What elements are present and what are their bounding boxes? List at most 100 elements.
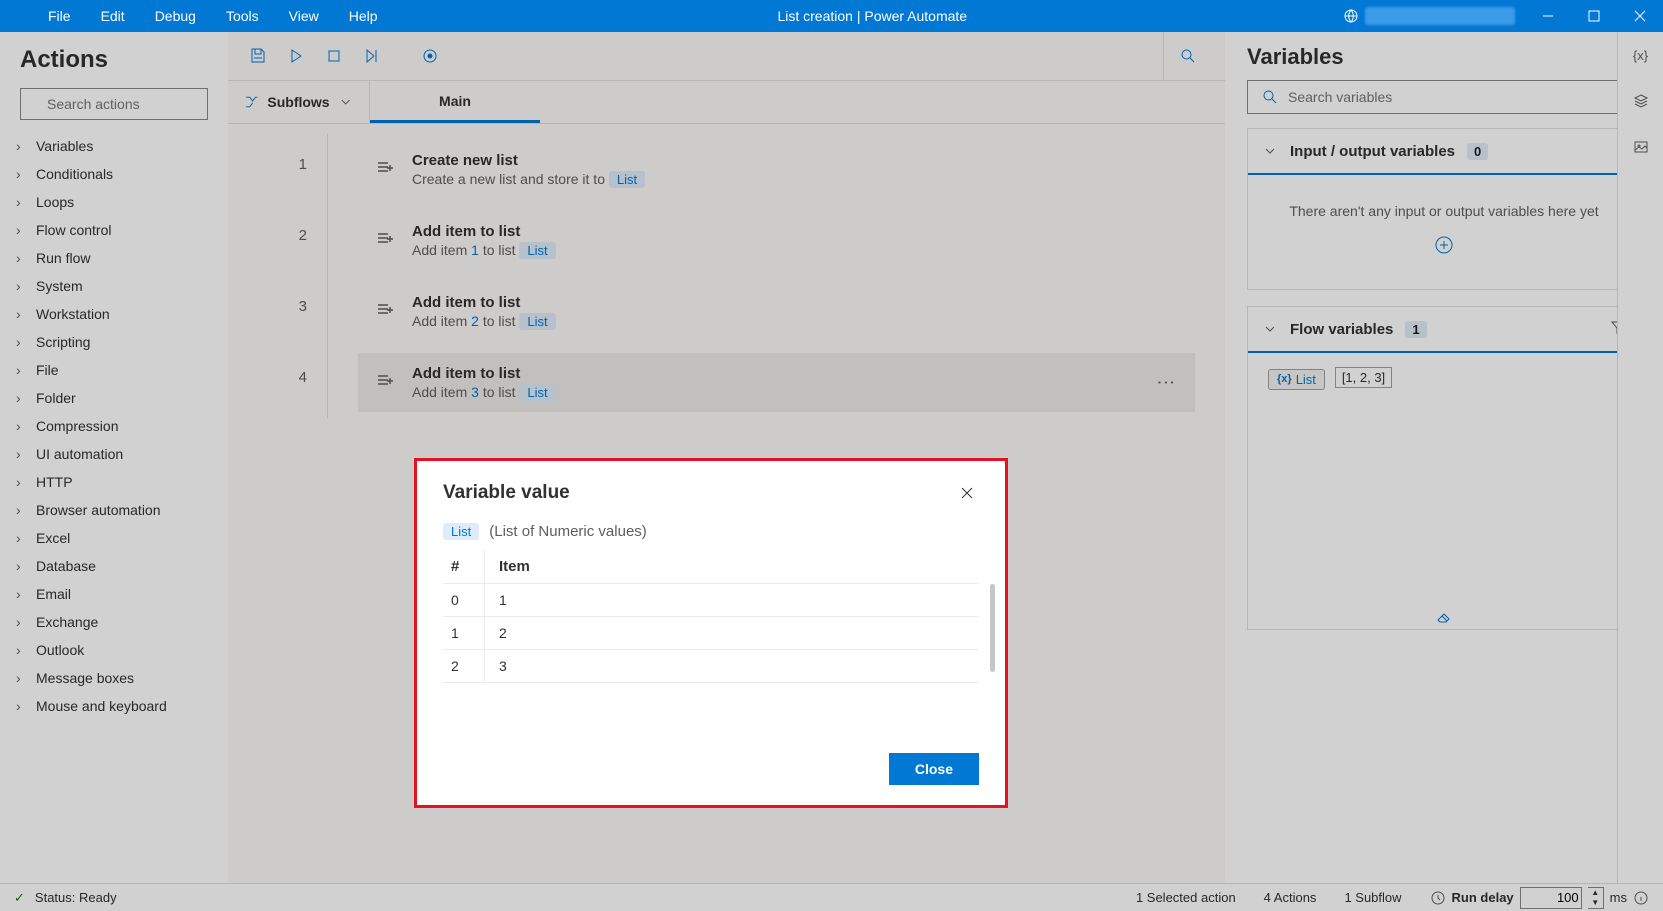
search-actions[interactable]	[20, 88, 208, 120]
rail-images-icon[interactable]	[1618, 124, 1663, 170]
right-rail: {x}	[1617, 32, 1663, 883]
designer-toolbar	[228, 32, 1225, 80]
account-area[interactable]	[1343, 7, 1515, 25]
stop-button[interactable]	[318, 40, 350, 72]
dialog-var-token: List	[443, 523, 479, 540]
more-icon[interactable]: ⋮	[1155, 373, 1177, 392]
io-count-badge: 0	[1467, 143, 1488, 160]
flow-vars-count-badge: 1	[1405, 321, 1426, 338]
action-category[interactable]: ›Scripting	[8, 328, 220, 356]
action-category[interactable]: ›Message boxes	[8, 664, 220, 692]
subflows-dropdown[interactable]: Subflows	[228, 81, 370, 123]
clear-variables[interactable]	[1248, 590, 1640, 629]
action-category[interactable]: ›Variables	[8, 132, 220, 160]
io-title: Input / output variables	[1290, 143, 1455, 160]
subflow-icon	[244, 94, 259, 110]
window-maximize[interactable]	[1571, 0, 1617, 32]
ms-label: ms	[1610, 890, 1627, 905]
action-category[interactable]: ›Folder	[8, 384, 220, 412]
chevron-down-icon	[338, 94, 353, 110]
line-number: 4	[228, 347, 328, 418]
action-category[interactable]: ›Conditionals	[8, 160, 220, 188]
menu-help[interactable]: Help	[349, 8, 378, 24]
variable-value-preview: [1, 2, 3]	[1335, 367, 1392, 388]
window-minimize[interactable]	[1525, 0, 1571, 32]
menu-file[interactable]: File	[48, 8, 71, 24]
save-button[interactable]	[242, 40, 274, 72]
dialog-close-icon[interactable]	[955, 481, 979, 505]
col-index: #	[443, 550, 485, 583]
action-card[interactable]: Add item to listAdd item 3 to list List …	[358, 353, 1195, 412]
actions-panel: Actions ›Variables›Conditionals›Loops›Fl…	[0, 32, 228, 883]
grid-header: # Item	[443, 550, 979, 584]
action-category[interactable]: ›Excel	[8, 524, 220, 552]
line-number: 1	[228, 134, 328, 205]
scrollbar[interactable]	[990, 584, 995, 672]
info-icon[interactable]	[1633, 890, 1649, 906]
action-card[interactable]: Create new listCreate a new list and sto…	[358, 140, 1195, 199]
action-category[interactable]: ›Workstation	[8, 300, 220, 328]
action-category[interactable]: ›Browser automation	[8, 496, 220, 524]
search-icon	[1262, 89, 1278, 105]
action-card[interactable]: Add item to listAdd item 2 to list List	[358, 282, 1195, 341]
tab-main[interactable]: Main	[370, 81, 540, 123]
run-delay-input[interactable]	[1520, 887, 1582, 909]
variable-value-dialog: Variable value List (List of Numeric val…	[414, 458, 1008, 808]
clock-icon	[1430, 890, 1446, 906]
menu-view[interactable]: View	[289, 8, 319, 24]
variable-chip-list[interactable]: {x}List	[1268, 369, 1325, 390]
status-selected: 1 Selected action	[1136, 890, 1236, 905]
search-actions-input[interactable]	[47, 96, 228, 112]
io-empty-text: There aren't any input or output variabl…	[1268, 203, 1620, 219]
menu-bar: File Edit Debug Tools View Help	[0, 8, 402, 24]
grid-row[interactable]: 01	[443, 584, 979, 617]
action-category[interactable]: ›Compression	[8, 412, 220, 440]
status-ok-icon: ✓	[14, 890, 25, 906]
menu-tools[interactable]: Tools	[226, 8, 259, 24]
add-io-variable[interactable]	[1268, 235, 1620, 261]
account-icon	[1343, 8, 1359, 24]
run-delay-label: Run delay	[1452, 890, 1514, 905]
rail-layers-icon[interactable]	[1618, 78, 1663, 124]
search-variables-input[interactable]	[1288, 89, 1640, 105]
action-category[interactable]: ›Mouse and keyboard	[8, 692, 220, 720]
action-category[interactable]: ›Run flow	[8, 244, 220, 272]
action-category[interactable]: ›HTTP	[8, 468, 220, 496]
rail-variables-icon[interactable]: {x}	[1618, 32, 1663, 78]
status-bar: ✓Status: Ready 1 Selected action 4 Actio…	[0, 883, 1663, 911]
run-delay-spinner[interactable]: ▲▼	[1588, 887, 1604, 909]
step-button[interactable]	[356, 40, 388, 72]
action-category[interactable]: ›Flow control	[8, 216, 220, 244]
actions-heading: Actions	[0, 46, 228, 88]
run-button[interactable]	[280, 40, 312, 72]
grid-row[interactable]: 23	[443, 650, 979, 683]
io-variables-section: Input / output variables 0 There aren't …	[1247, 128, 1641, 290]
actions-tree[interactable]: ›Variables›Conditionals›Loops›Flow contr…	[0, 132, 228, 883]
window-title: List creation | Power Automate	[402, 8, 1343, 24]
action-category[interactable]: ›UI automation	[8, 440, 220, 468]
action-category[interactable]: ›Email	[8, 580, 220, 608]
variables-panel: Variables Input / output variables 0 The…	[1225, 32, 1663, 883]
record-button[interactable]	[414, 40, 446, 72]
chevron-down-icon[interactable]	[1262, 143, 1278, 159]
search-variables[interactable]	[1247, 80, 1641, 114]
close-button[interactable]: Close	[889, 753, 979, 785]
chevron-down-icon[interactable]	[1262, 321, 1278, 337]
menu-edit[interactable]: Edit	[101, 8, 125, 24]
window-close[interactable]	[1617, 0, 1663, 32]
title-bar: File Edit Debug Tools View Help List cre…	[0, 0, 1663, 32]
flow-search-button[interactable]	[1163, 32, 1211, 80]
flow-vars-title: Flow variables	[1290, 321, 1393, 338]
line-number: 2	[228, 205, 328, 276]
menu-debug[interactable]: Debug	[155, 8, 196, 24]
action-category[interactable]: ›System	[8, 272, 220, 300]
action-category[interactable]: ›Database	[8, 552, 220, 580]
grid-row[interactable]: 12	[443, 617, 979, 650]
action-category[interactable]: ›Loops	[8, 188, 220, 216]
action-card[interactable]: Add item to listAdd item 1 to list List	[358, 211, 1195, 270]
action-category[interactable]: ›Exchange	[8, 608, 220, 636]
action-category[interactable]: ›Outlook	[8, 636, 220, 664]
status-subflow: 1 Subflow	[1344, 890, 1401, 905]
action-category[interactable]: ›File	[8, 356, 220, 384]
dialog-type-desc: (List of Numeric values)	[489, 523, 647, 540]
